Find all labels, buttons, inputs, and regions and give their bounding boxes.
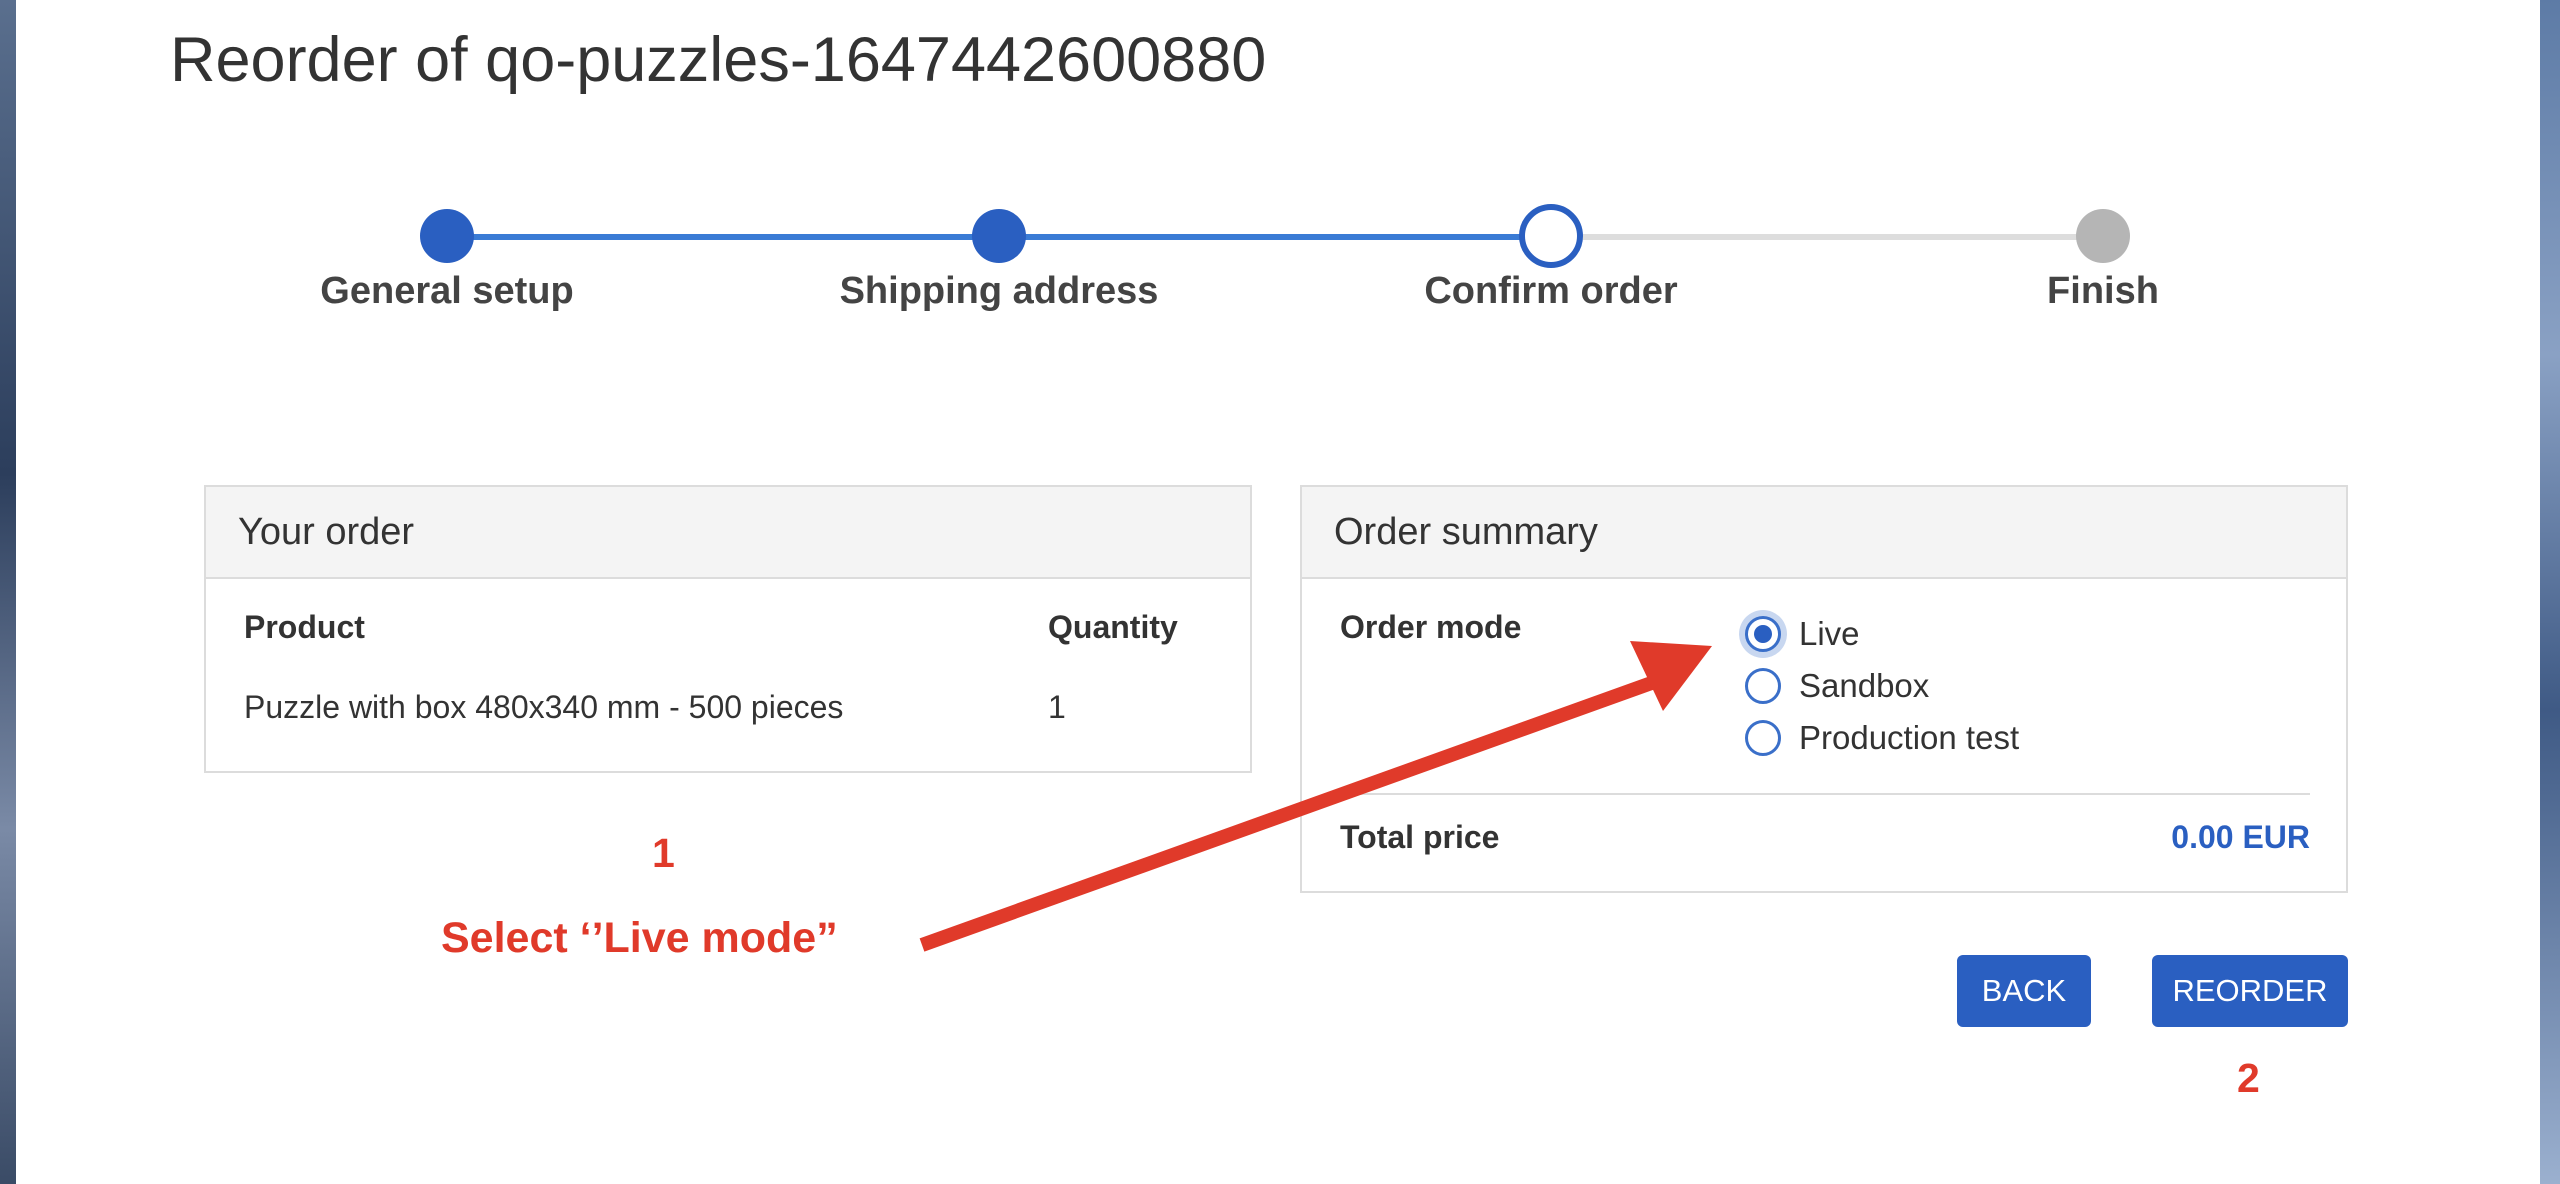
your-order-panel: Your order Product Quantity Puzzle with …	[204, 485, 1252, 773]
total-price-label: Total price	[1340, 819, 1500, 855]
step-label-confirm-order[interactable]: Confirm order	[1424, 266, 1677, 316]
quantity-cell: 1	[1048, 689, 1066, 725]
radio-label-production-test[interactable]: Production test	[1799, 719, 2019, 757]
order-summary-header: Order summary	[1302, 487, 2346, 579]
radio-label-live[interactable]: Live	[1799, 615, 1860, 653]
annotation-step-2-number: 2	[2237, 1055, 2260, 1101]
radio-label-sandbox[interactable]: Sandbox	[1799, 667, 1929, 705]
order-summary-panel: Order summary Order mode Live Sandbox Pr…	[1300, 485, 2348, 893]
step-dot-confirm-order[interactable]	[1519, 204, 1583, 268]
radio-sandbox[interactable]	[1745, 668, 1781, 704]
progress-stepper: General setup Shipping address Confirm o…	[0, 0, 2560, 340]
column-header-quantity: Quantity	[1048, 609, 1178, 645]
your-order-header: Your order	[206, 487, 1250, 579]
step-dot-shipping-address[interactable]	[972, 209, 1026, 263]
step-dot-finish	[2076, 209, 2130, 263]
total-price-value: 0.00 EUR	[2171, 819, 2310, 855]
order-mode-label: Order mode	[1340, 609, 1522, 645]
order-mode-option-sandbox[interactable]: Sandbox	[1745, 667, 1929, 705]
annotation-step-1-text: Select ‘’Live mode”	[441, 914, 838, 962]
column-header-product: Product	[244, 609, 365, 645]
back-button[interactable]: BACK	[1957, 955, 2091, 1027]
step-dot-general-setup[interactable]	[420, 209, 474, 263]
step-label-general-setup[interactable]: General setup	[320, 266, 573, 316]
radio-production-test[interactable]	[1745, 720, 1781, 756]
reorder-button[interactable]: REORDER	[2152, 955, 2348, 1027]
product-cell: Puzzle with box 480x340 mm - 500 pieces	[244, 689, 844, 725]
order-mode-option-production-test[interactable]: Production test	[1745, 719, 2019, 757]
order-mode-option-live[interactable]: Live	[1745, 615, 1860, 653]
step-connector-1	[447, 234, 999, 240]
annotation-step-1-number: 1	[652, 830, 675, 876]
summary-divider	[1340, 793, 2310, 795]
step-label-finish: Finish	[2047, 270, 2159, 312]
step-connector-3	[1551, 234, 2103, 240]
step-label-shipping-address[interactable]: Shipping address	[840, 266, 1159, 316]
step-connector-2	[999, 234, 1551, 240]
radio-live[interactable]	[1745, 616, 1781, 652]
